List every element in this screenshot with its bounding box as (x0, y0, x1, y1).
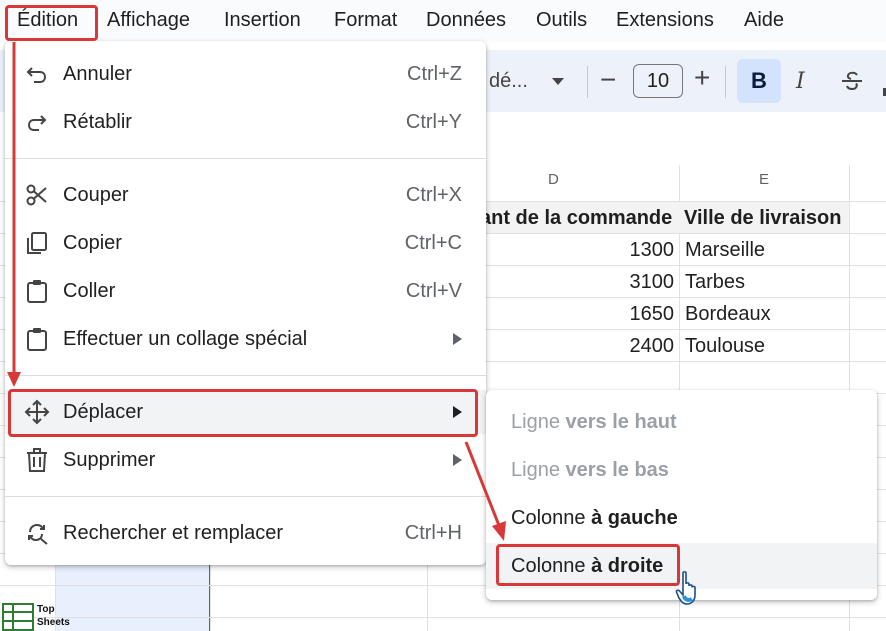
cell-e2[interactable]: Marseille (685, 239, 765, 262)
menu-item-cut[interactable]: Couper Ctrl+X (5, 173, 486, 217)
font-selector[interactable]: dé... (489, 70, 528, 93)
menu-item-copy[interactable]: Copier Ctrl+C (5, 221, 486, 265)
highlight-edition-menu (5, 5, 98, 41)
top-sheets-logo-icon (2, 603, 34, 631)
trash-icon (27, 448, 47, 472)
menu-item-paste-special[interactable]: Effectuer un collage spécial (5, 317, 486, 361)
copy-icon (27, 232, 47, 254)
undo-icon (26, 67, 47, 83)
selected-column (55, 565, 210, 631)
submenu-item-row-down: Ligne vers le bas (511, 459, 669, 481)
clipboard-icon (27, 328, 47, 351)
menu-item-redo[interactable]: Rétablir Ctrl+Y (5, 100, 486, 144)
menu-aide[interactable]: Aide (744, 9, 784, 32)
menu-extensions[interactable]: Extensions (616, 9, 714, 32)
chevron-right-icon (453, 454, 462, 466)
increase-font-size-button[interactable]: + (694, 62, 710, 94)
submenu-item-row-up: Ligne vers le haut (511, 411, 677, 433)
decrease-font-size-button[interactable]: − (600, 64, 616, 96)
cell-e4[interactable]: Bordeaux (685, 303, 771, 326)
cell-d5[interactable]: 2400 (560, 335, 675, 358)
column-header-e[interactable]: E (759, 171, 769, 188)
redo-icon (27, 115, 47, 131)
italic-button[interactable]: I (796, 69, 805, 94)
cell-d4[interactable]: 1650 (560, 303, 675, 326)
edit-menu: Annuler Ctrl+Z Rétablir Ctrl+Y Couper Ct… (5, 41, 486, 565)
bold-button[interactable]: B (737, 59, 781, 103)
scissors-icon (26, 184, 47, 206)
menu-item-undo[interactable]: Annuler Ctrl+Z (5, 52, 486, 96)
cell-e3[interactable]: Tarbes (685, 271, 745, 294)
watermark-text: Top Sheets (37, 604, 70, 628)
chevron-right-icon (453, 333, 462, 345)
menu-item-paste[interactable]: Coller Ctrl+V (5, 269, 486, 313)
menu-affichage[interactable]: Affichage (107, 9, 190, 32)
font-size-input[interactable]: 10 (633, 64, 683, 98)
menu-format[interactable]: Format (334, 9, 397, 32)
column-header-d[interactable]: D (548, 171, 559, 188)
highlight-move-item (8, 389, 478, 437)
find-replace-icon (28, 523, 48, 545)
toolbar-divider (725, 66, 726, 98)
menu-insertion[interactable]: Insertion (224, 9, 301, 32)
chevron-down-icon[interactable] (552, 78, 564, 85)
menu-donnees[interactable]: Données (426, 9, 506, 32)
menu-item-find-replace[interactable]: Rechercher et remplacer Ctrl+H (5, 511, 486, 555)
submenu-item-column-left[interactable]: Colonne à gauche (486, 495, 877, 541)
cell-d1[interactable]: ant de la commande (480, 207, 672, 230)
cell-d3[interactable]: 3100 (560, 271, 675, 294)
clipboard-icon (27, 280, 47, 303)
menu-outils[interactable]: Outils (536, 9, 587, 32)
hand-cursor-icon (675, 571, 696, 605)
menu-item-delete[interactable]: Supprimer (5, 438, 486, 482)
cell-e1[interactable]: Ville de livraison (684, 207, 841, 230)
cell-d2[interactable]: 1300 (560, 239, 675, 262)
cell-e5[interactable]: Toulouse (685, 335, 765, 358)
strikethrough-icon[interactable] (841, 68, 863, 94)
toolbar-divider (587, 66, 588, 98)
highlight-column-right (496, 544, 680, 586)
menu-bar: Édition Affichage Insertion Format Donné… (0, 0, 886, 42)
